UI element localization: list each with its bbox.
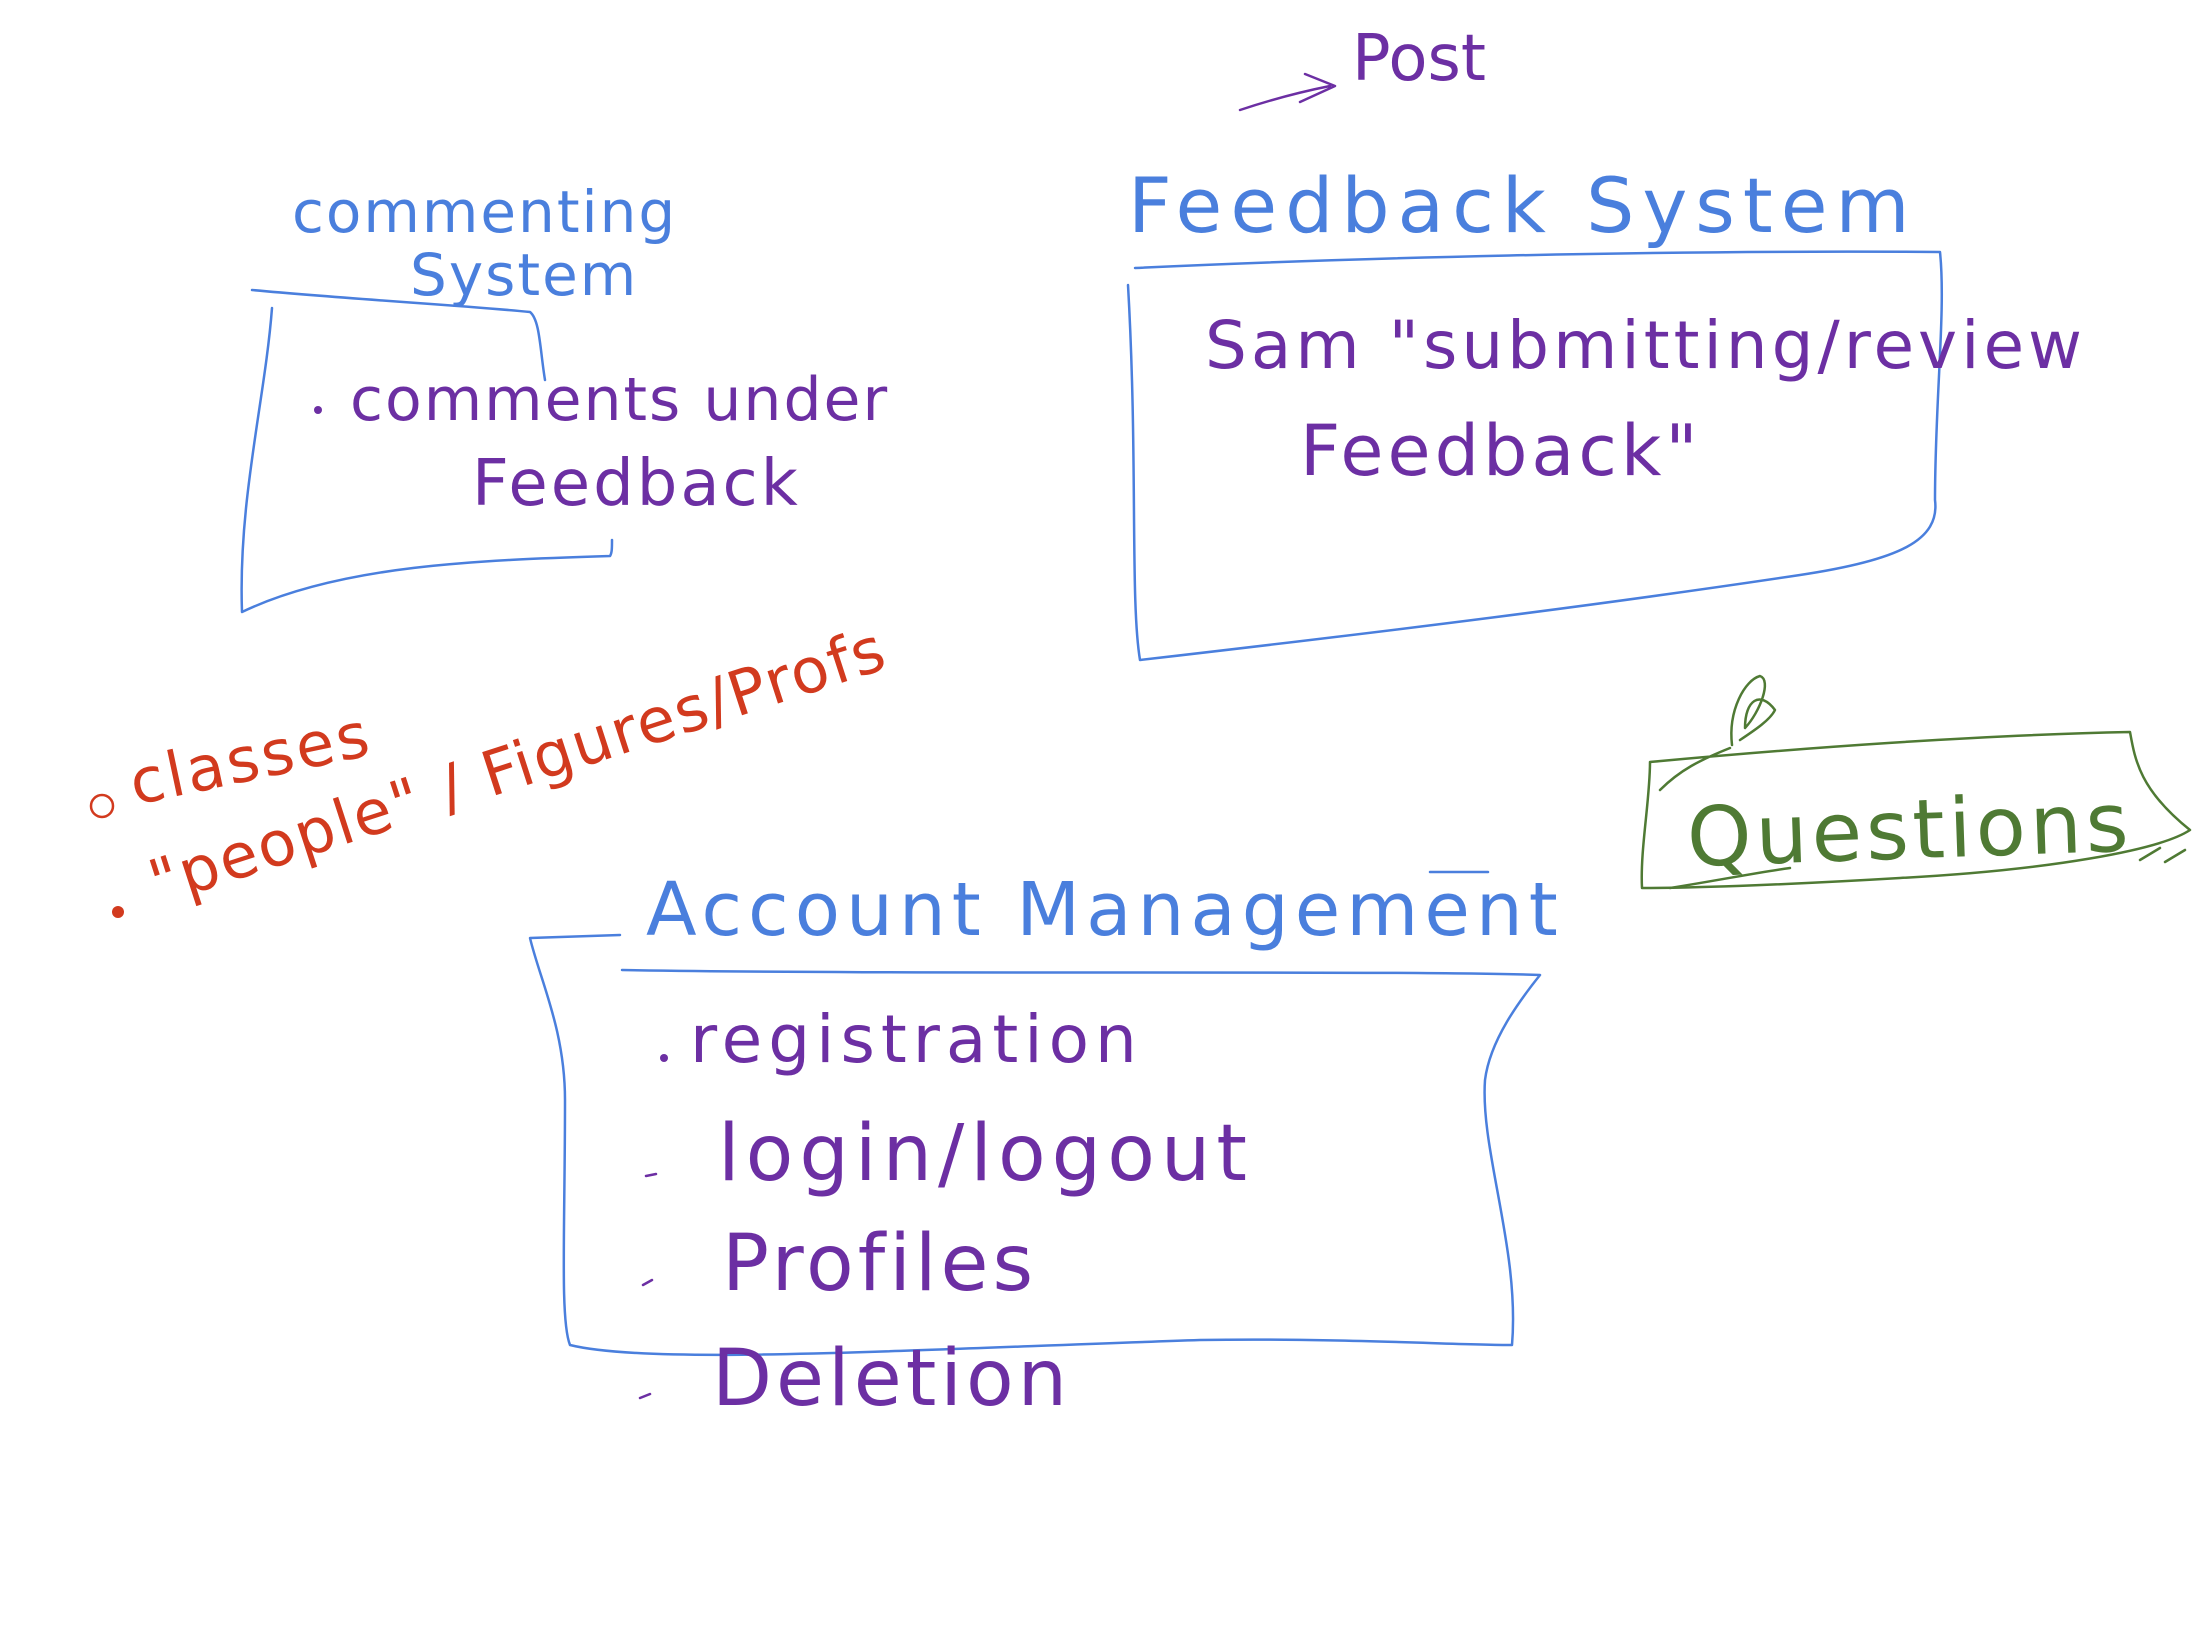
commenting-system-title-line1: commenting	[292, 178, 677, 246]
bullet-icon	[89, 793, 115, 819]
commenting-system: commenting System comments under Feedbac…	[240, 178, 889, 614]
bullet-icon	[641, 1278, 654, 1287]
feedback-system-line2: Feedback"	[1300, 410, 1702, 492]
bullet-icon	[660, 1054, 668, 1062]
questions-label: Questions	[1685, 775, 2134, 885]
account-item-deletion: Deletion	[712, 1334, 1071, 1424]
bullet-icon	[644, 1172, 658, 1178]
questions-box: Questions	[1640, 674, 2192, 890]
account-management-title: Account Management	[646, 867, 1564, 953]
whiteboard-canvas: Post Feedback System Sam "submitting/rev…	[89, 22, 2192, 1424]
bullet-icon	[112, 906, 124, 918]
post-note: Post	[1238, 22, 1486, 112]
post-note-text: Post	[1352, 22, 1486, 96]
account-item-profiles: Profiles	[722, 1219, 1037, 1309]
account-item-login-logout: login/logout	[718, 1109, 1253, 1199]
account-management: Account Management registration login/lo…	[528, 867, 1564, 1424]
arrow-icon	[1238, 72, 1337, 112]
bullet-icon	[314, 406, 322, 414]
commenting-system-title-line2: System	[410, 241, 638, 309]
pin-icon	[1730, 674, 1777, 747]
feedback-system-line1: Sam "submitting/review	[1205, 307, 2086, 384]
commenting-system-item-line2: Feedback	[472, 447, 801, 521]
account-item-registration: registration	[690, 1001, 1143, 1078]
commenting-system-item-line1: comments under	[350, 365, 889, 435]
feedback-system: Feedback System Sam "submitting/review F…	[1126, 161, 2086, 662]
bullet-icon	[638, 1392, 652, 1400]
feedback-system-title: Feedback System	[1128, 161, 1918, 250]
